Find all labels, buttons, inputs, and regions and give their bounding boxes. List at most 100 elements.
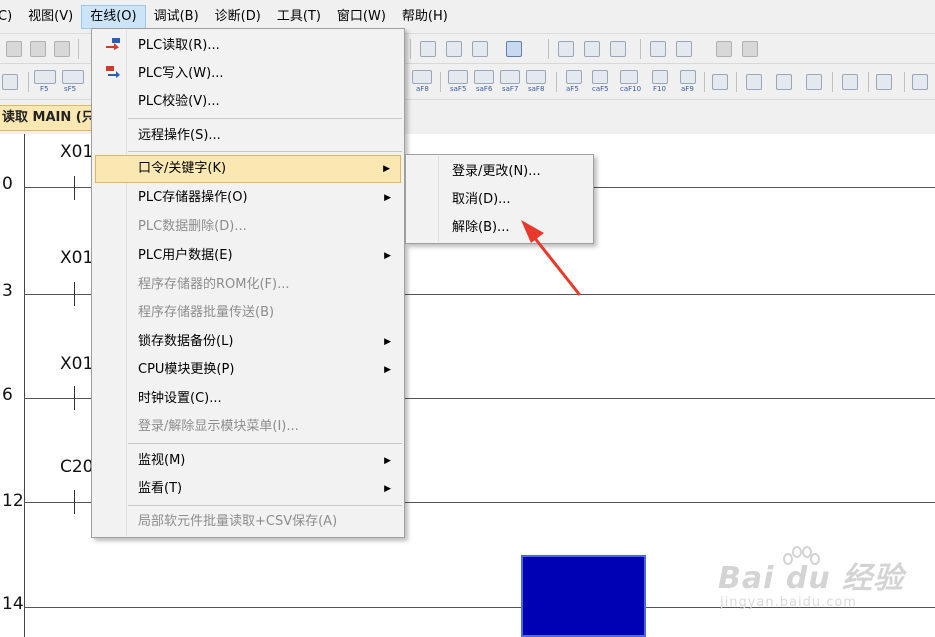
menu-window[interactable]: 窗口(W) (329, 5, 394, 29)
menu-item-plc-data-delete[interactable]: PLC数据删除(D)... (95, 213, 401, 241)
shortcut-label: aF5 (566, 85, 579, 93)
menu-online[interactable]: 在线(O) (81, 4, 146, 29)
menu-item-plc-memory-operation[interactable]: PLC存储器操作(O) ▶ (95, 184, 401, 212)
menu-item-plc-verify[interactable]: PLC校验(V)... (95, 88, 401, 116)
submenu-arrow-icon: ▶ (384, 365, 391, 375)
ladder-branch-icon[interactable] (610, 41, 626, 57)
contact-device-label: X01 (60, 248, 94, 268)
shortcut-label: caF10 (620, 85, 642, 93)
ladder-insert-icon[interactable] (558, 41, 574, 57)
menu-help[interactable]: 帮助(H) (394, 5, 456, 29)
shortcut-label: aF8 (416, 85, 429, 93)
toolbar-separator (904, 72, 905, 92)
horizontal-line-icon[interactable] (652, 70, 668, 84)
menu-item-label: 登录/解除显示模块菜单(I)... (138, 419, 299, 434)
menu-view[interactable]: 视图(V) (20, 5, 81, 29)
menu-item-plc-read[interactable]: PLC读取(R)... (95, 32, 401, 60)
mode-switch-icon[interactable] (746, 74, 762, 90)
menu-item-label: PLC校验(V)... (138, 94, 220, 109)
contact-device-label: X01 (60, 142, 94, 162)
menu-item-plc-write[interactable]: PLC写入(W)... (95, 60, 401, 88)
submenu-arrow-icon: ▶ (384, 193, 391, 203)
menu-item-label: PLC数据删除(D)... (138, 219, 247, 234)
mode-switch-icon[interactable] (806, 74, 822, 90)
password-keyword-submenu: 登录/更改(N)... 取消(D)... 解除(B)... (405, 154, 594, 244)
note-edit-icon[interactable] (912, 74, 928, 90)
tab-main-program[interactable]: 读取 MAIN (只 (0, 105, 100, 131)
edit-mode-icon[interactable] (2, 74, 18, 90)
menu-item-label: 远程操作(S)... (138, 128, 221, 143)
menu-item-display-module-menu[interactable]: 登录/解除显示模块菜单(I)... (95, 413, 401, 441)
submenu-arrow-icon: ▶ (384, 484, 391, 494)
menu-item-clock-setting[interactable]: 时钟设置(C)... (95, 385, 401, 413)
menu-item-latch-data-backup[interactable]: 锁存数据备份(L) ▶ (95, 328, 401, 356)
device-search-icon[interactable] (420, 41, 436, 57)
ladder-cursor-block[interactable] (521, 555, 646, 637)
mode-switch-icon[interactable] (776, 74, 792, 90)
submenu-arrow-icon: ▶ (384, 456, 391, 466)
pulse-contact-icon[interactable] (412, 70, 432, 84)
toolbar-separator (556, 72, 557, 92)
menu-item-remote-operation[interactable]: 远程操作(S)... (95, 122, 401, 150)
submenu-arrow-icon: ▶ (383, 164, 390, 174)
online-menu-dropdown: PLC读取(R)... PLC写入(W)... PLC校验(V)... 远程操作… (91, 28, 405, 538)
falling-edge-icon[interactable] (474, 70, 494, 84)
contact-device-label: C20 (60, 457, 94, 477)
toolbar-separator (868, 72, 869, 92)
menu-diagnostics[interactable]: 诊断(D) (207, 5, 269, 29)
rising-pulse-line-icon[interactable] (566, 70, 582, 84)
menu-item-batch-read-csv[interactable]: 局部软元件批量读取+CSV保存(A) (95, 508, 401, 536)
comment-edit-icon[interactable] (842, 74, 858, 90)
rising-edge-icon[interactable] (448, 70, 468, 84)
vertical-line-delete-icon[interactable] (680, 70, 696, 84)
menu-item-plc-user-data[interactable]: PLC用户数据(E) ▶ (95, 242, 401, 270)
parallel-contact-icon[interactable] (62, 70, 84, 84)
menu-item-program-memory-rom[interactable]: 程序存储器的ROM化(F)... (95, 271, 401, 299)
monitor-icon[interactable] (506, 41, 522, 57)
undo-icon[interactable] (30, 41, 46, 57)
rising-edge-parallel-icon[interactable] (500, 70, 520, 84)
falling-edge-parallel-icon[interactable] (526, 70, 546, 84)
instruction-icon[interactable] (712, 74, 728, 90)
menu-edit[interactable]: C) (0, 5, 20, 29)
menu-item-label: 监视(M) (138, 453, 186, 468)
shortcut-label: sF5 (64, 85, 77, 93)
contact-device-label: X01 (60, 354, 94, 374)
normally-open-contact-icon[interactable] (34, 70, 56, 84)
menu-item-watch[interactable]: 监看(T) ▶ (95, 475, 401, 503)
ladder-delete-icon[interactable] (584, 41, 600, 57)
menu-item-label: PLC写入(W)... (138, 66, 224, 81)
statement-edit-icon[interactable] (876, 74, 892, 90)
menu-item-monitor[interactable]: 监视(M) ▶ (95, 447, 401, 475)
menu-debug[interactable]: 调试(B) (146, 5, 207, 29)
copy-icon[interactable] (6, 41, 22, 57)
submenu-item-release[interactable]: 解除(B)... (409, 214, 590, 242)
shortcut-label: saF5 (450, 85, 467, 93)
submenu-item-cancel[interactable]: 取消(D)... (409, 186, 590, 214)
replace-icon[interactable] (650, 41, 666, 57)
submenu-item-register-change[interactable]: 登录/更改(N)... (409, 158, 590, 186)
menu-separator (128, 505, 402, 506)
menu-tools[interactable]: 工具(T) (269, 5, 329, 29)
transfer-icon[interactable] (676, 41, 692, 57)
contact-symbol[interactable] (74, 386, 75, 410)
comment-icon[interactable] (716, 41, 732, 57)
cross-reference-icon[interactable] (446, 41, 462, 57)
device-list-icon[interactable] (472, 41, 488, 57)
contact-symbol[interactable] (74, 176, 75, 200)
toolbar-separator (832, 72, 833, 92)
menu-item-label: 登录/更改(N)... (452, 164, 541, 179)
submenu-arrow-icon: ▶ (384, 251, 391, 261)
toolbar-separator (440, 72, 441, 92)
contact-symbol[interactable] (74, 490, 75, 514)
menu-item-cpu-module-replace[interactable]: CPU模块更换(P) ▶ (95, 356, 401, 384)
menu-item-password-keyword[interactable]: 口令/关键字(K) ▶ (95, 155, 401, 183)
contact-symbol[interactable] (74, 282, 75, 306)
menu-separator (128, 443, 402, 444)
falling-pulse-line-icon[interactable] (592, 70, 608, 84)
redo-icon[interactable] (54, 41, 70, 57)
invert-icon[interactable] (620, 70, 638, 84)
menu-item-label: 锁存数据备份(L) (138, 334, 234, 349)
statement-icon[interactable] (742, 41, 758, 57)
menu-item-program-memory-batch-transfer[interactable]: 程序存储器批量传送(B) (95, 299, 401, 327)
